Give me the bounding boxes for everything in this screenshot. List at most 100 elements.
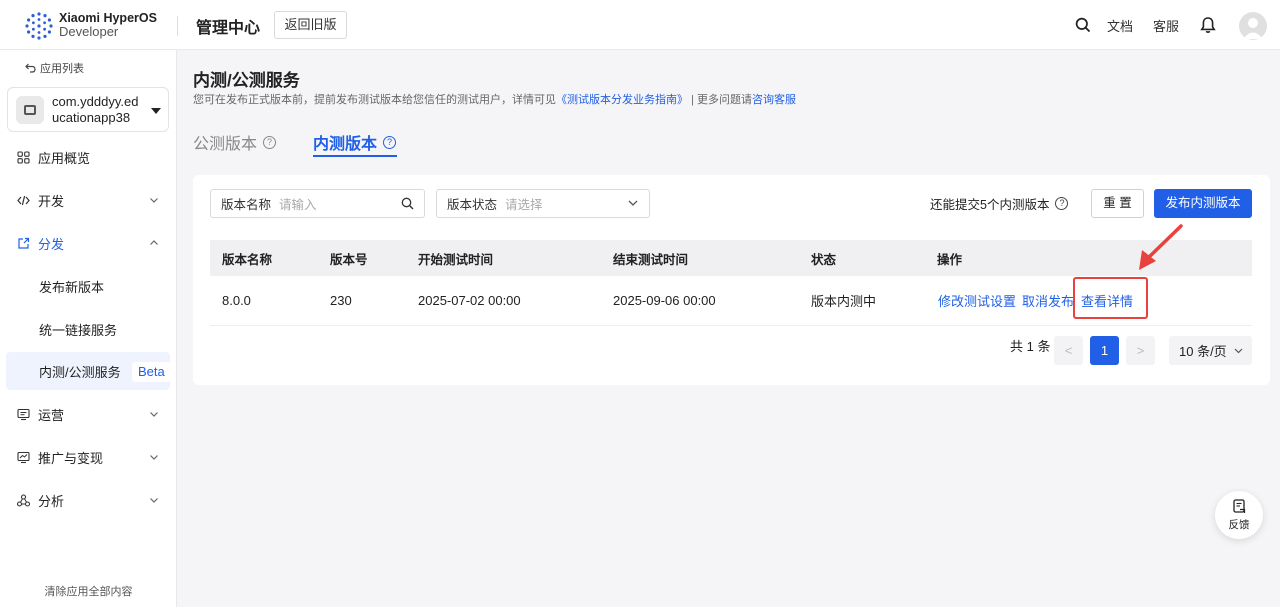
- chevron-down-icon: [150, 498, 158, 503]
- docs-link[interactable]: 文档: [1107, 0, 1133, 50]
- contact-support-link[interactable]: 咨询客服: [752, 94, 796, 106]
- page-size-value: 10 条/页: [1179, 344, 1227, 359]
- app-selector[interactable]: com.ydddyy.ed ucationapp38: [7, 87, 169, 132]
- logo-line1: Xiaomi HyperOS: [59, 11, 157, 25]
- version-status-select[interactable]: 版本状态 请选择: [436, 189, 650, 218]
- sidebar-item-label: 分发: [38, 236, 65, 252]
- help-icon[interactable]: ?: [263, 135, 277, 149]
- sidebar-item-operations[interactable]: 运营: [0, 394, 177, 434]
- help-icon[interactable]: ?: [383, 135, 397, 149]
- top-bar: Xiaomi HyperOS Developer 管理中心 返回旧版 文档 客服: [0, 0, 1280, 50]
- next-page-button[interactable]: >: [1126, 336, 1155, 365]
- desc-text: 您可在发布正式版本前，提前发布测试版本给您信任的测试用户，详情可见: [193, 94, 556, 106]
- tab-public-beta[interactable]: 公测版本 ?: [193, 128, 277, 156]
- sidebar-item-overview[interactable]: 应用概览: [0, 137, 177, 177]
- sidebar-item-label: 内测/公测服务: [39, 364, 121, 380]
- chevron-down-icon: [1234, 348, 1243, 354]
- page-title: 内测/公测服务: [193, 71, 300, 90]
- active-tab-indicator: [313, 155, 397, 157]
- caret-down-icon: [151, 108, 161, 114]
- sidebar-item-develop[interactable]: 开发: [0, 180, 177, 220]
- reset-button[interactable]: 重 置: [1091, 189, 1144, 218]
- feedback-icon: [1233, 499, 1246, 513]
- sidebar-item-analytics[interactable]: 分析: [0, 480, 177, 520]
- chevron-up-icon: [150, 240, 158, 245]
- version-name-label: 版本名称: [221, 198, 272, 212]
- brand-title: 管理中心: [196, 20, 261, 37]
- tab-label: 公测版本: [193, 136, 258, 153]
- mi-logo-icon: [24, 105, 36, 115]
- back-to-app-list[interactable]: 应用列表: [25, 60, 84, 76]
- start-time: 2025-07-02 00:00: [418, 293, 521, 308]
- cancel-publish-link[interactable]: 取消发布: [1022, 276, 1074, 325]
- page-size-select[interactable]: 10 条/页: [1169, 336, 1252, 365]
- version-name-search[interactable]: 版本名称 请输入: [210, 189, 425, 218]
- edit-test-settings-link[interactable]: 修改测试设置: [938, 276, 1016, 325]
- search-icon[interactable]: [401, 197, 414, 210]
- support-link[interactable]: 客服: [1153, 0, 1179, 50]
- col-version-code: 版本号: [330, 252, 368, 267]
- col-status: 状态: [811, 252, 837, 267]
- nodes-icon: [17, 493, 30, 507]
- publish-internal-beta-button[interactable]: 发布内测版本: [1154, 189, 1252, 218]
- app-name: com.ydddyy.ed ucationapp38: [52, 94, 152, 126]
- chart-screen-icon: [17, 451, 30, 463]
- version-name-placeholder: 请输入: [279, 198, 317, 212]
- feedback-button[interactable]: 反馈: [1215, 491, 1263, 539]
- sidebar-item-label: 统一链接服务: [39, 322, 118, 338]
- share-icon: [18, 237, 30, 249]
- remaining-submissions: 还能提交5个内测版本 ?: [930, 194, 1069, 213]
- prev-page-button[interactable]: <: [1054, 336, 1083, 365]
- version-status-placeholder: 请选择: [505, 198, 543, 212]
- grid-icon: [17, 150, 30, 164]
- versions-card: 版本名称 请输入 版本状态 请选择 还能提交5个内测版本 ? 重 置 发布内测版…: [193, 175, 1270, 385]
- annotation-arrow: [1139, 224, 1183, 270]
- app-name-line2: ucationapp38: [52, 110, 131, 125]
- sidebar-item-promotion[interactable]: 推广与变现: [0, 437, 177, 477]
- page-1-button[interactable]: 1: [1090, 336, 1119, 365]
- feedback-label: 反馈: [1228, 519, 1250, 531]
- sidebar: 应用列表 com.ydddyy.ed ucationapp38 应用概览 开发 …: [0, 50, 177, 607]
- status: 版本内测中: [811, 294, 877, 309]
- version-name: 8.0.0: [222, 293, 251, 308]
- search-icon[interactable]: [1075, 0, 1091, 50]
- page-description: 您可在发布正式版本前，提前发布测试版本给您信任的测试用户，详情可见《测试版本分发…: [193, 91, 796, 107]
- sidebar-item-distribute[interactable]: 分发: [0, 223, 177, 263]
- sidebar-item-label: 应用概览: [38, 150, 91, 166]
- avatar[interactable]: [1239, 12, 1267, 40]
- back-label: 应用列表: [40, 63, 84, 75]
- highlight-box: [1073, 277, 1148, 319]
- col-version-name: 版本名称: [222, 252, 273, 267]
- sidebar-item-publish-new[interactable]: 发布新版本: [0, 266, 177, 306]
- header-divider: [177, 16, 178, 36]
- tabs: 公测版本 ? 内测版本 ?: [193, 128, 593, 158]
- sidebar-item-label: 运营: [38, 407, 65, 423]
- logo-text: Xiaomi HyperOS Developer: [59, 11, 157, 39]
- bell-icon[interactable]: [1200, 0, 1216, 50]
- chevron-down-icon: [150, 198, 158, 203]
- tab-label: 内测版本: [313, 136, 378, 153]
- app-icon: [16, 96, 44, 124]
- sidebar-item-label: 发布新版本: [39, 279, 105, 295]
- sidebar-item-label: 推广与变现: [38, 450, 104, 466]
- col-actions: 操作: [937, 252, 963, 267]
- tab-internal-beta[interactable]: 内测版本 ?: [313, 128, 397, 156]
- hyperos-logo-icon[interactable]: [24, 11, 54, 41]
- help-icon[interactable]: ?: [1055, 197, 1069, 210]
- return-old-version-button[interactable]: 返回旧版: [274, 11, 347, 39]
- col-start-time: 开始测试时间: [418, 252, 494, 267]
- sidebar-item-beta-test[interactable]: 内测/公测服务 Beta: [6, 352, 171, 390]
- monitor-icon: [17, 408, 30, 420]
- sidebar-item-label: 开发: [38, 193, 65, 209]
- desc-text-mid: | 更多问题请: [688, 94, 752, 106]
- chevron-down-icon: [150, 455, 158, 460]
- guide-link[interactable]: 《测试版本分发业务指南》: [556, 94, 688, 106]
- clear-app-content-link[interactable]: 清除应用全部内容: [0, 583, 177, 599]
- sidebar-item-unified-link[interactable]: 统一链接服务: [0, 309, 177, 349]
- end-time: 2025-09-06 00:00: [613, 293, 716, 308]
- undo-arrow-icon: [25, 63, 36, 73]
- col-end-time: 结束测试时间: [613, 252, 689, 267]
- code-icon: [17, 195, 30, 205]
- chevron-down-icon: [150, 412, 158, 417]
- total-count: 共 1 条: [1010, 339, 1051, 354]
